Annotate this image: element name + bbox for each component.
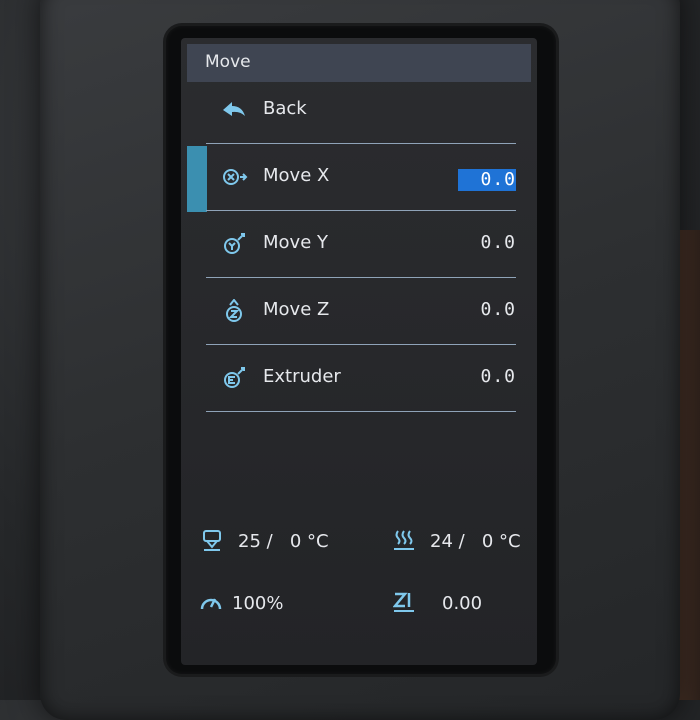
- speed-status: 100%: [199, 590, 283, 615]
- menu-item-label: Move Z: [263, 299, 330, 320]
- divider: [206, 344, 516, 345]
- bed-temp-value: 24 / 0 °C: [430, 531, 521, 552]
- bed-temp-status: 24 / 0 °C: [393, 528, 521, 553]
- z-offset-status: 0.00: [392, 590, 483, 615]
- move-x-value[interactable]: 0.0: [458, 169, 516, 191]
- z-offset-value: 0.00: [442, 593, 483, 614]
- lcd-screen: Move Back Move X 0.0 Move Y 0.0 Move Z 0…: [181, 38, 537, 665]
- menu-item-move-y[interactable]: Move Y 0.0: [206, 212, 516, 278]
- divider: [206, 411, 516, 412]
- menu-item-move-x[interactable]: Move X 0.0: [206, 145, 516, 211]
- selection-indicator: [187, 146, 207, 212]
- hotend-temp-status: 25 / 0 °C: [201, 528, 329, 553]
- divider: [206, 143, 516, 144]
- hotend-temp-value: 25 / 0 °C: [238, 531, 329, 552]
- menu-item-label: Move Y: [263, 232, 328, 253]
- menu-item-label: Back: [263, 98, 307, 119]
- hotend-icon: [201, 528, 230, 553]
- heated-bed-icon: [393, 528, 422, 553]
- z-offset-icon: [392, 590, 422, 615]
- move-z-value[interactable]: 0.0: [480, 299, 516, 320]
- speed-value: 100%: [232, 593, 284, 614]
- back-arrow-icon: [220, 98, 248, 122]
- title-bar: Move: [187, 44, 531, 82]
- menu-item-move-z[interactable]: Move Z 0.0: [206, 279, 516, 345]
- menu-item-extruder[interactable]: Extruder 0.0: [206, 346, 516, 412]
- page-title: Move: [205, 52, 251, 72]
- divider: [206, 277, 516, 278]
- move-y-icon: [220, 232, 248, 256]
- move-y-value[interactable]: 0.0: [480, 232, 516, 253]
- extruder-icon: [220, 366, 248, 390]
- extruder-value[interactable]: 0.0: [480, 366, 516, 387]
- menu-item-back[interactable]: Back: [206, 78, 516, 144]
- divider: [206, 210, 516, 211]
- move-x-icon: [220, 165, 248, 189]
- menu-item-label: Extruder: [263, 366, 341, 387]
- speedometer-icon: [199, 590, 230, 615]
- menu-item-label: Move X: [263, 165, 330, 186]
- move-z-icon: [220, 298, 248, 323]
